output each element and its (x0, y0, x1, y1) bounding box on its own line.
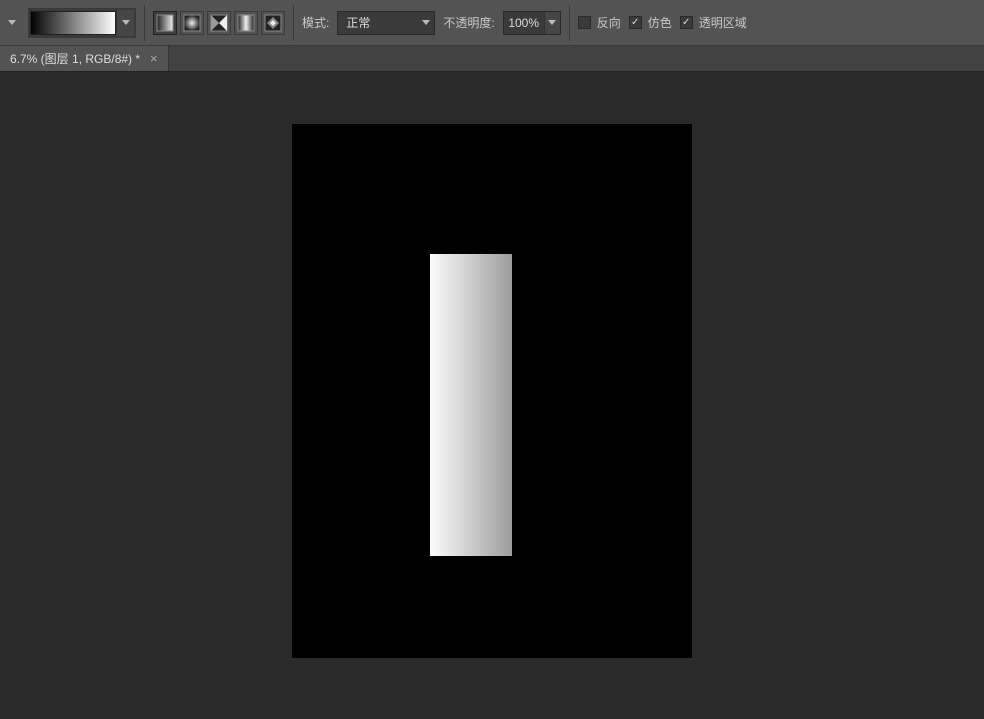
gradient-angle-button[interactable] (207, 11, 231, 35)
document-tab[interactable]: 6.7% (图层 1, RGB/8#) * × (0, 46, 169, 71)
chevron-down-icon (422, 20, 430, 25)
document-tabs-bar: 6.7% (图层 1, RGB/8#) * × (0, 46, 984, 72)
mode-dropdown[interactable]: 正常 (337, 11, 435, 35)
dither-checkbox[interactable] (629, 16, 642, 29)
gradient-radial-button[interactable] (180, 11, 204, 35)
diamond-gradient-icon (264, 14, 282, 32)
opacity-label: 不透明度: (443, 14, 494, 31)
document-tab-title: 6.7% (图层 1, RGB/8#) * (10, 50, 140, 67)
linear-gradient-icon (156, 14, 174, 32)
tool-preset-dropdown[interactable] (4, 15, 20, 31)
reverse-checkbox[interactable] (578, 16, 591, 29)
options-bar: 模式: 正常 不透明度: 反向 仿色 透明区域 (0, 0, 984, 46)
reverse-checkbox-group: 反向 (578, 14, 621, 31)
gradient-dropdown-button[interactable] (116, 10, 134, 36)
gradient-diamond-button[interactable] (261, 11, 285, 35)
transparency-checkbox-group: 透明区域 (680, 14, 747, 31)
opacity-input-group (503, 11, 561, 35)
transparency-checkbox[interactable] (680, 16, 693, 29)
mode-label: 模式: (302, 14, 329, 31)
mode-value: 正常 (346, 14, 416, 31)
reflected-gradient-icon (237, 14, 255, 32)
canvas-area[interactable] (0, 72, 984, 719)
angle-gradient-icon (210, 14, 228, 32)
divider (293, 5, 294, 41)
divider (569, 5, 570, 41)
dither-label: 仿色 (648, 14, 672, 31)
artboard[interactable] (292, 124, 692, 658)
dither-checkbox-group: 仿色 (629, 14, 672, 31)
opacity-dropdown-button[interactable] (544, 12, 560, 34)
gradient-preview-picker[interactable] (28, 8, 136, 38)
chevron-down-icon (8, 20, 16, 25)
gradient-type-group (153, 11, 285, 35)
close-icon[interactable]: × (148, 51, 160, 66)
transparency-label: 透明区域 (699, 14, 747, 31)
chevron-down-icon (548, 20, 556, 25)
gradient-rectangle-shape (430, 254, 512, 556)
opacity-input[interactable] (504, 16, 544, 30)
chevron-down-icon (122, 20, 130, 25)
reverse-label: 反向 (597, 14, 621, 31)
gradient-linear-button[interactable] (153, 11, 177, 35)
gradient-reflected-button[interactable] (234, 11, 258, 35)
gradient-swatch[interactable] (30, 11, 116, 35)
divider (144, 5, 145, 41)
radial-gradient-icon (183, 14, 201, 32)
